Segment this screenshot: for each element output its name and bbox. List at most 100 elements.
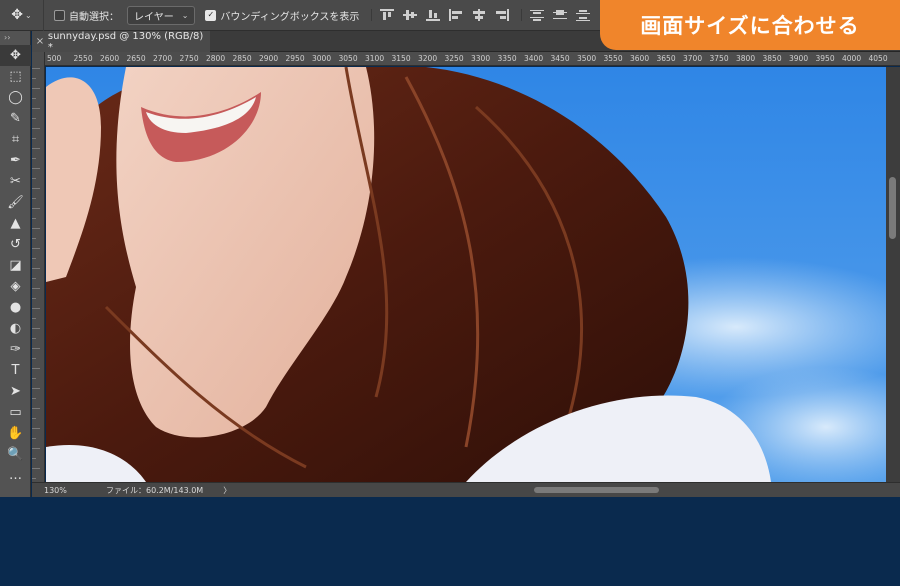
- horizontal-ruler[interactable]: 500 2550 2600 2650 2700 2750 2800 2850 2900 2950 3…: [45, 52, 900, 66]
- zoom-level[interactable]: 130%: [32, 486, 80, 495]
- ruler-label: 3000: [312, 54, 332, 63]
- lasso-tool-icon[interactable]: ◯: [0, 87, 31, 108]
- ruler-tick: [32, 228, 40, 229]
- ruler-tick: [32, 368, 40, 369]
- move-tool-preset[interactable]: ✥ ⌄: [0, 0, 44, 31]
- file-size-info: ファイル：60.2M/143.0M: [106, 485, 204, 495]
- ruler-label: 3400: [524, 54, 544, 63]
- ruler-label: 4050: [868, 54, 888, 63]
- ruler-label: 3250: [444, 54, 464, 63]
- healing-brush-tool-icon[interactable]: ✂: [0, 171, 31, 192]
- auto-select-checkbox[interactable]: [54, 9, 65, 21]
- type-tool-icon[interactable]: T: [0, 360, 31, 381]
- bounding-box-label: バウンディングボックスを表示: [220, 11, 360, 23]
- ruler-label: 3850: [762, 54, 782, 63]
- photo-image: [46, 67, 886, 482]
- ruler-tick: [32, 248, 40, 249]
- ruler-label: 2850: [232, 54, 252, 63]
- ruler-label: 3550: [603, 54, 623, 63]
- ruler-label: 2550: [73, 54, 93, 63]
- ruler-label: 2800: [206, 54, 226, 63]
- ruler-tick: [32, 88, 40, 89]
- move-icon: ✥: [11, 7, 24, 23]
- ruler-tick: [32, 208, 40, 209]
- ruler-label: 3950: [815, 54, 835, 63]
- distribute-vertical-center-icon[interactable]: [553, 9, 568, 21]
- ruler-label: 4000: [842, 54, 862, 63]
- ruler-label: 3600: [630, 54, 650, 63]
- pen-tool-icon[interactable]: ✑: [0, 339, 31, 360]
- ruler-tick: [32, 258, 36, 259]
- document-canvas[interactable]: [46, 67, 886, 482]
- eraser-tool-icon[interactable]: ◪: [0, 255, 31, 276]
- ruler-tick: [32, 238, 36, 239]
- ruler-label: 3500: [577, 54, 597, 63]
- vertical-scrollbar[interactable]: [886, 67, 900, 482]
- status-menu-arrow-icon[interactable]: 〉: [223, 485, 231, 496]
- distribute-bottom-icon[interactable]: [576, 9, 591, 21]
- crop-tool-icon[interactable]: ⌗: [0, 129, 31, 150]
- status-bar: 130% ファイル：60.2M/143.0M 〉: [32, 482, 900, 497]
- quick-select-tool-icon[interactable]: ✎: [0, 108, 31, 129]
- align-buttons: [371, 9, 510, 21]
- ruler-label: 2900: [259, 54, 279, 63]
- ruler-tick: [32, 308, 40, 309]
- align-vertical-center-icon[interactable]: [403, 9, 418, 21]
- ruler-tick: [32, 358, 36, 359]
- align-bottom-icon[interactable]: [426, 9, 441, 21]
- auto-select-label: 自動選択：: [69, 11, 119, 23]
- align-top-icon[interactable]: [380, 9, 395, 21]
- ruler-tick: [32, 468, 40, 469]
- dodge-tool-icon[interactable]: ◐: [0, 318, 31, 339]
- distribute-top-icon[interactable]: [530, 9, 545, 21]
- clone-stamp-tool-icon[interactable]: ▲: [0, 213, 31, 234]
- ruler-tick: [32, 108, 40, 109]
- horizontal-scrollbar-thumb[interactable]: [534, 487, 659, 493]
- align-horizontal-center-icon[interactable]: [472, 9, 486, 21]
- rectangle-tool-icon[interactable]: ▭: [0, 402, 31, 423]
- tools-panel: ›› ✥ ⬚ ◯ ✎ ⌗ ✒ ✂ 🖌 ▲ ↺ ◪ ◈ ● ◐ ✑ T ➤ ▭ ✋ 🔍…: [0, 31, 31, 497]
- ruler-tick: [32, 68, 40, 69]
- marquee-tool-icon[interactable]: ⬚: [0, 66, 31, 87]
- auto-select-value: レイヤー: [134, 11, 174, 23]
- ruler-label: 3650: [656, 54, 676, 63]
- ruler-tick: [32, 408, 40, 409]
- ruler-label: 3900: [789, 54, 809, 63]
- ruler-tick: [32, 128, 40, 129]
- ruler-tick: [32, 278, 36, 279]
- vertical-scrollbar-thumb[interactable]: [889, 177, 896, 239]
- ruler-label: 2950: [285, 54, 305, 63]
- history-brush-tool-icon[interactable]: ↺: [0, 234, 31, 255]
- ruler-tick: [32, 148, 40, 149]
- ruler-label: 3450: [550, 54, 570, 63]
- bounding-box-checkbox[interactable]: ✓: [205, 9, 217, 21]
- align-right-icon[interactable]: [495, 9, 510, 21]
- path-select-tool-icon[interactable]: ➤: [0, 381, 31, 402]
- ruler-tick: [32, 448, 40, 449]
- brush-tool-icon[interactable]: 🖌: [0, 192, 31, 213]
- align-left-icon[interactable]: [449, 9, 463, 21]
- ruler-label: 2700: [153, 54, 173, 63]
- ruler-label: 2650: [126, 54, 146, 63]
- document-title: sunnyday.psd @ 130% (RGB/8) *: [47, 30, 204, 53]
- ruler-tick: [32, 158, 36, 159]
- ruler-tick: [32, 318, 36, 319]
- document-tab[interactable]: × sunnyday.psd @ 130% (RGB/8) *: [32, 30, 210, 53]
- ruler-tick: [32, 338, 36, 339]
- ruler-tick: [32, 418, 36, 419]
- auto-select-dropdown[interactable]: レイヤー ⌄: [127, 5, 196, 25]
- move-tool-icon[interactable]: ✥: [0, 45, 31, 66]
- collapse-panel-icon[interactable]: ››: [0, 31, 30, 45]
- vertical-ruler[interactable]: [32, 52, 45, 489]
- zoom-tool-icon[interactable]: 🔍: [0, 444, 31, 465]
- eyedropper-tool-icon[interactable]: ✒: [0, 150, 31, 171]
- paint-bucket-tool-icon[interactable]: ◈: [0, 276, 31, 297]
- ruler-tick: [32, 138, 36, 139]
- ruler-tick: [32, 78, 36, 79]
- ruler-tick: [32, 328, 40, 329]
- blur-tool-icon[interactable]: ●: [0, 297, 31, 318]
- more-tools-icon[interactable]: …: [0, 465, 31, 486]
- close-icon[interactable]: ×: [32, 36, 48, 47]
- hand-tool-icon[interactable]: ✋: [0, 423, 31, 444]
- ruler-tick: [32, 118, 36, 119]
